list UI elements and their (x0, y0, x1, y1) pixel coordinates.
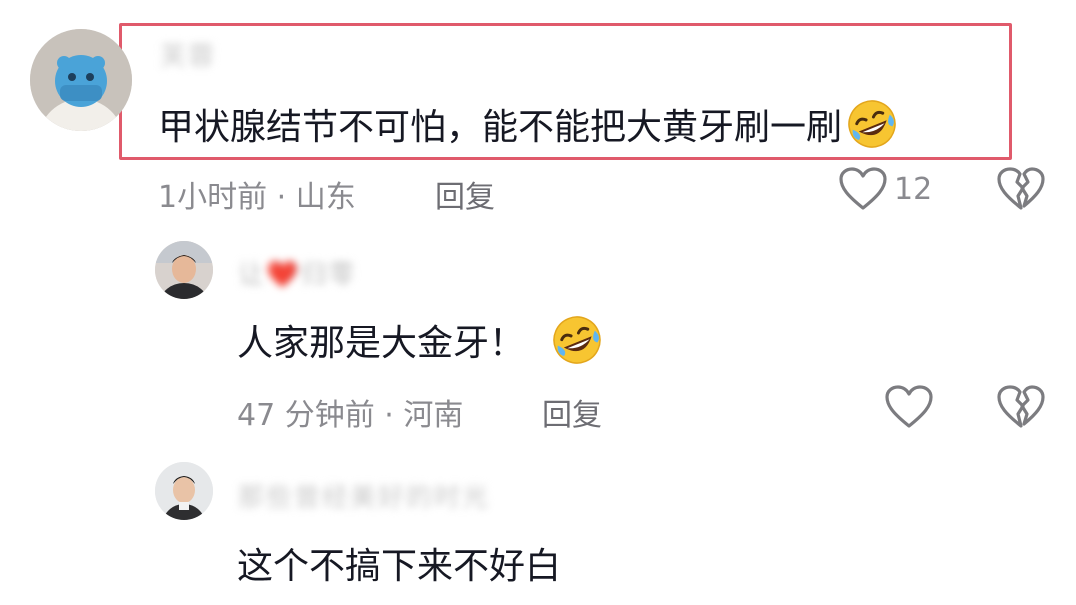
reply-button[interactable]: 回复 (542, 390, 602, 434)
comment-item-1: 芙蓉 甲状腺结节不可怕，能不能把大黄牙刷一刷 1小时前 · 山东 回复 12 (0, 0, 1076, 230)
heart-icon (839, 167, 887, 210)
username[interactable]: 那些曾经美好的时光 (238, 477, 490, 514)
username[interactable]: 芙蓉 (160, 36, 216, 73)
heart-icon (885, 385, 933, 428)
avatar-image (155, 462, 213, 520)
avatar[interactable] (155, 241, 213, 299)
broken-heart-icon (997, 167, 1045, 210)
comment-text-body: 这个不搞下来不好白 (237, 546, 562, 587)
reply-button[interactable]: 回复 (435, 172, 495, 216)
comment-text: 人家那是大金牙！ (237, 314, 603, 366)
dislike-button[interactable] (996, 166, 1046, 216)
like-button[interactable] (884, 384, 934, 430)
avatar[interactable] (155, 462, 213, 520)
comment-text: 甲状腺结节不可怕，能不能把大黄牙刷一刷 (158, 98, 898, 150)
comment-item-2: 让❤️归零 人家那是大金牙！ 47 分钟前 · 河南 回复 (0, 230, 1076, 445)
broken-heart-icon (997, 385, 1045, 428)
comment-text-body: 甲状腺结节不可怕，能不能把大黄牙刷一刷 (158, 107, 843, 148)
rofl-emoji-icon (848, 100, 896, 148)
comment-item-3: 那些曾经美好的时光 这个不搞下来不好白 (0, 445, 1076, 605)
dislike-button[interactable] (996, 384, 1046, 434)
time-location: 1小时前 · 山东 (158, 180, 356, 215)
avatar-image (30, 29, 132, 131)
rofl-emoji-icon (553, 316, 601, 364)
avatar[interactable] (30, 29, 132, 131)
username[interactable]: 让❤️归零 (238, 254, 356, 291)
comment-text-body: 人家那是大金牙！ (237, 323, 526, 364)
avatar-image (155, 241, 213, 299)
like-count: 12 (894, 171, 933, 207)
comment-text: 这个不搞下来不好白 (237, 537, 561, 589)
like-button[interactable]: 12 (838, 166, 932, 212)
time-location: 47 分钟前 · 河南 (237, 398, 464, 433)
